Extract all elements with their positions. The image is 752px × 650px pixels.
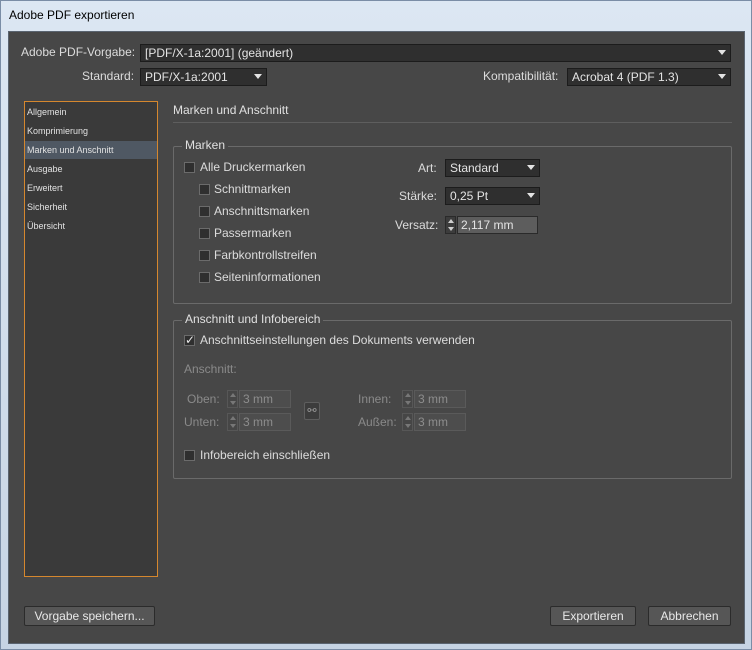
- type-value: Standard: [450, 161, 499, 175]
- preset-dropdown[interactable]: [PDF/X-1a:2001] (geändert): [140, 44, 731, 62]
- standard-value: PDF/X-1a:2001: [145, 70, 228, 84]
- stepper-arrows-icon[interactable]: [227, 390, 238, 408]
- all-printer-marks-checkbox[interactable]: [184, 162, 195, 173]
- bleed-top-stepper[interactable]: 3 mm: [227, 390, 293, 408]
- page-info-checkbox[interactable]: [199, 272, 210, 283]
- offset-label: Versatz:: [395, 218, 439, 232]
- chevron-down-icon: [527, 193, 535, 198]
- sidebar-item-marken-und-anschnitt[interactable]: Marken und Anschnitt: [25, 141, 157, 159]
- page-info-label: Seiteninformationen: [214, 270, 321, 284]
- chevron-down-icon: [527, 165, 535, 170]
- weight-label: Stärke:: [399, 189, 438, 203]
- bleed-slug-group-label: Anschnitt und Infobereich: [182, 312, 324, 326]
- sidebar-item-allgemein[interactable]: Allgemein: [25, 103, 157, 121]
- all-printer-marks-label: Alle Druckermarken: [200, 160, 306, 174]
- compat-value: Acrobat 4 (PDF 1.3): [572, 70, 679, 84]
- compat-label: Kompatibilität:: [483, 69, 559, 83]
- sidebar-item-uebersicht[interactable]: Übersicht: [25, 217, 157, 235]
- sidebar-item-label: Ausgabe: [27, 164, 63, 174]
- registration-marks-checkbox[interactable]: [199, 228, 210, 239]
- sidebar-item-label: Allgemein: [27, 107, 67, 117]
- bleed-outside-stepper[interactable]: 3 mm: [402, 413, 468, 431]
- registration-marks-label: Passermarken: [214, 226, 292, 240]
- title-bar[interactable]: Adobe PDF exportieren: [1, 1, 751, 31]
- marks-group-label: Marken: [182, 138, 229, 152]
- save-preset-button[interactable]: Vorgabe speichern...: [24, 606, 155, 626]
- stepper-arrows-icon[interactable]: [227, 413, 238, 431]
- type-label: Art:: [418, 161, 437, 175]
- sidebar-item-label: Übersicht: [27, 221, 66, 231]
- standard-dropdown[interactable]: PDF/X-1a:2001: [140, 68, 267, 86]
- sidebar-item-label: Sicherheit: [27, 202, 68, 212]
- chevron-down-icon: [254, 74, 262, 79]
- top-label: Oben:: [187, 392, 220, 406]
- bleed-outside-input[interactable]: 3 mm: [414, 413, 466, 431]
- sidebar-item-label: Marken und Anschnitt: [27, 145, 114, 155]
- color-bars-label: Farbkontrollstreifen: [214, 248, 317, 262]
- crop-marks-checkbox[interactable]: [199, 184, 210, 195]
- bleed-bottom-stepper[interactable]: 3 mm: [227, 413, 293, 431]
- bleed-top-input[interactable]: 3 mm: [239, 390, 291, 408]
- export-button[interactable]: Exportieren: [550, 606, 636, 626]
- category-sidebar: Allgemein Komprimierung Marken und Ansch…: [24, 101, 158, 577]
- weight-value: 0,25 Pt: [450, 189, 489, 203]
- compatibility-dropdown[interactable]: Acrobat 4 (PDF 1.3): [567, 68, 731, 86]
- outside-label: Außen:: [358, 415, 397, 429]
- bleed-bottom-input[interactable]: 3 mm: [239, 413, 291, 431]
- preset-label: Adobe PDF-Vorgabe:: [21, 45, 136, 59]
- stepper-arrows-icon[interactable]: [445, 216, 456, 234]
- window-title: Adobe PDF exportieren: [9, 8, 135, 22]
- bleed-label: Anschnitt:: [184, 362, 237, 376]
- bottom-label: Unten:: [184, 415, 220, 429]
- bleed-inside-input[interactable]: 3 mm: [414, 390, 466, 408]
- include-slug-label: Infobereich einschließen: [200, 448, 331, 462]
- offset-input[interactable]: 2,117 mm: [457, 216, 538, 234]
- panel-title: Marken und Anschnitt: [173, 103, 289, 117]
- chevron-down-icon: [718, 50, 726, 55]
- sidebar-item-label: Erweitert: [27, 183, 63, 193]
- use-document-bleed-label: Anschnittseinstellungen des Dokuments ve…: [200, 333, 475, 347]
- marks-weight-dropdown[interactable]: 0,25 Pt: [445, 187, 540, 205]
- sidebar-item-ausgabe[interactable]: Ausgabe: [25, 160, 157, 178]
- sidebar-item-komprimierung[interactable]: Komprimierung: [25, 122, 157, 140]
- inside-label: Innen:: [358, 392, 392, 406]
- bleed-inside-stepper[interactable]: 3 mm: [402, 390, 468, 408]
- use-document-bleed-checkbox[interactable]: [184, 333, 195, 347]
- bleed-marks-checkbox[interactable]: [199, 206, 210, 217]
- dialog-client-area: Adobe PDF-Vorgabe: [PDF/X-1a:2001] (geän…: [8, 31, 745, 644]
- stepper-arrows-icon[interactable]: [402, 390, 413, 408]
- panel-divider: [173, 122, 732, 123]
- sidebar-item-sicherheit[interactable]: Sicherheit: [25, 198, 157, 216]
- sidebar-item-label: Komprimierung: [27, 126, 89, 136]
- include-slug-checkbox[interactable]: [184, 450, 195, 461]
- preset-value: [PDF/X-1a:2001] (geändert): [145, 46, 294, 60]
- link-chain-icon[interactable]: ⚯: [304, 402, 320, 420]
- marks-type-dropdown[interactable]: Standard: [445, 159, 540, 177]
- chevron-down-icon: [718, 74, 726, 79]
- bleed-marks-label: Anschnittsmarken: [214, 204, 310, 218]
- cancel-button[interactable]: Abbrechen: [648, 606, 731, 626]
- export-dialog-window: Adobe PDF exportieren Adobe PDF-Vorgabe:…: [0, 0, 752, 650]
- color-bars-checkbox[interactable]: [199, 250, 210, 261]
- offset-stepper[interactable]: 2,117 mm: [445, 216, 540, 234]
- sidebar-item-erweitert[interactable]: Erweitert: [25, 179, 157, 197]
- standard-label: Standard:: [82, 69, 135, 83]
- crop-marks-label: Schnittmarken: [214, 182, 291, 196]
- stepper-arrows-icon[interactable]: [402, 413, 413, 431]
